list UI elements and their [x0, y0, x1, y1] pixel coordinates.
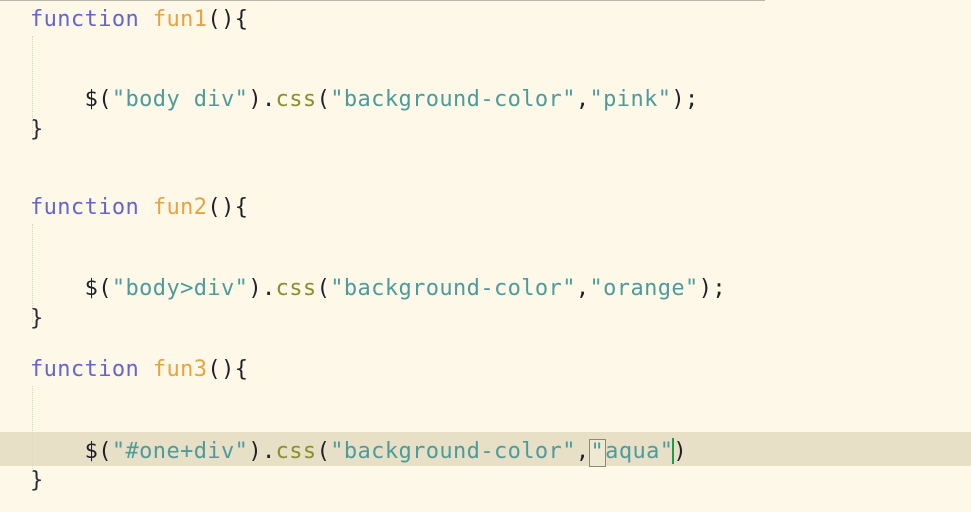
code-token: "body div" — [111, 87, 249, 112]
code-token: , — [575, 439, 590, 464]
code-token: "#one+div" — [111, 439, 249, 464]
code-token: $( — [30, 87, 112, 112]
code-line-text: function fun1(){ — [0, 0, 248, 40]
code-token: . — [261, 276, 276, 301]
code-token: "pink" — [589, 87, 672, 112]
code-token: fun2 — [152, 195, 208, 220]
code-token: "background-color" — [330, 276, 576, 301]
code-editor[interactable]: function fun1(){ $("body div").css("back… — [0, 0, 971, 512]
code-token: fun1 — [152, 7, 208, 32]
indent-guide — [32, 36, 34, 134]
code-line-text: function fun2(){ — [0, 188, 248, 228]
code-token: (){ — [207, 7, 249, 32]
code-line[interactable]: function fun3(){ — [0, 350, 971, 390]
code-token: ( — [316, 276, 331, 301]
indent-guide — [32, 224, 34, 322]
code-token: "body>div" — [111, 276, 249, 301]
code-token: aqua" — [605, 439, 674, 464]
code-line-text: $("#one+div").css("background-color","aq… — [0, 432, 687, 472]
code-token: "orange" — [589, 276, 699, 301]
code-token: function — [30, 357, 140, 382]
code-token: fun3 — [152, 357, 208, 382]
code-token: . — [261, 87, 276, 112]
code-line[interactable]: } — [0, 299, 971, 339]
code-token: ) — [248, 439, 262, 464]
code-token: ) — [673, 439, 688, 464]
code-token: css — [275, 276, 317, 301]
code-line[interactable]: } — [0, 110, 971, 150]
matching-quote-highlight: " — [588, 439, 607, 467]
code-token: css — [275, 87, 317, 112]
code-token: ); — [671, 87, 699, 112]
code-token: . — [261, 439, 276, 464]
code-line-text: function fun3(){ — [0, 350, 248, 390]
code-token: , — [575, 87, 590, 112]
code-token: function — [30, 195, 140, 220]
code-token: , — [575, 276, 590, 301]
code-line-current[interactable]: $("#one+div").css("background-color","aq… — [0, 432, 971, 472]
code-token: "background-color" — [330, 439, 576, 464]
code-token: ); — [698, 276, 726, 301]
code-line[interactable]: function fun1(){ — [0, 0, 971, 40]
code-token: (){ — [207, 195, 249, 220]
code-token: $( — [30, 439, 112, 464]
code-surface[interactable]: function fun1(){ $("body div").css("back… — [0, 0, 971, 512]
code-token: function — [30, 7, 140, 32]
code-line-text: } — [0, 110, 44, 150]
code-token: (){ — [207, 357, 249, 382]
code-token: $( — [30, 276, 112, 301]
code-token: "background-color" — [330, 87, 576, 112]
code-token: css — [275, 439, 317, 464]
code-line-text: } — [0, 299, 44, 339]
code-token: ) — [248, 276, 262, 301]
code-token: ( — [316, 87, 331, 112]
code-line[interactable]: function fun2(){ — [0, 188, 971, 228]
code-token: ) — [248, 87, 262, 112]
code-token: ( — [316, 439, 331, 464]
